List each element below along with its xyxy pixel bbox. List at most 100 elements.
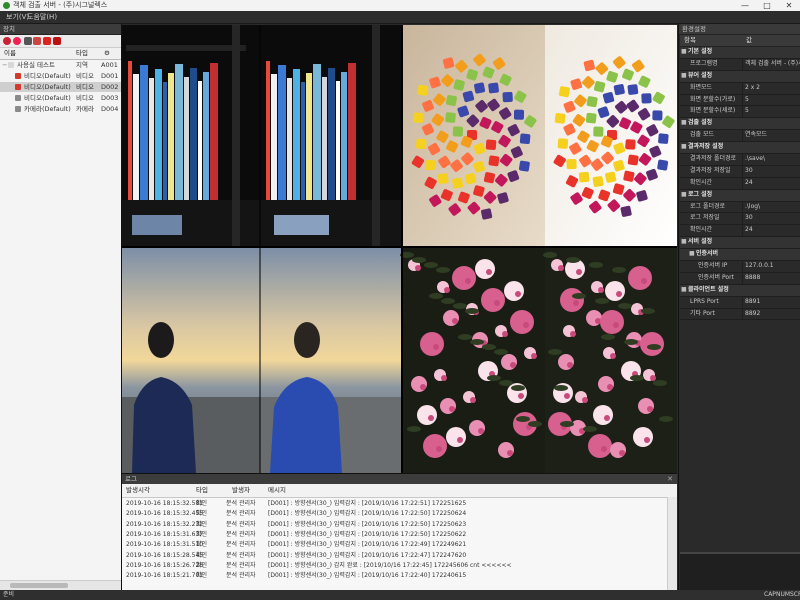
property-row[interactable]: 기타 Port 8892 <box>680 308 800 321</box>
property-row[interactable]: 화면 분할수(세로) 5 <box>680 106 800 119</box>
property-value[interactable]: 8891 <box>745 297 800 308</box>
camera-add-icon[interactable] <box>33 37 41 45</box>
property-value[interactable]: 8888 <box>745 273 800 284</box>
property-category[interactable]: ■ 기본 설정 <box>680 47 800 59</box>
property-row[interactable]: 인증서버 Port 8888 <box>680 272 800 285</box>
property-category[interactable]: ■ 검출 설정 <box>680 118 800 131</box>
collapse-icon[interactable]: ■ <box>681 118 687 129</box>
property-category[interactable]: ■ 결과저장 설정 <box>680 142 800 155</box>
property-row[interactable]: LPRS Port 8891 <box>680 296 800 309</box>
property-category[interactable]: ■ 클라이언트 설정 <box>680 284 800 297</box>
log-row[interactable]: 2019-10-16 18:15:32.455 확인 분석 관리자 [D001] : … <box>122 509 677 519</box>
property-value[interactable]: 24 <box>745 225 800 236</box>
minimize-button[interactable]: — <box>734 0 756 11</box>
log-scrollbar[interactable] <box>667 497 677 591</box>
property-value[interactable]: 5 <box>745 95 800 106</box>
property-row[interactable]: 결과저장 폴더경로 .\save\ <box>680 154 800 166</box>
device-name: 카메라(Default) <box>24 105 71 113</box>
property-value[interactable]: .\log\ <box>745 202 800 213</box>
property-value[interactable]: 객체 검출 서버 - (주)시... <box>745 59 800 70</box>
property-value[interactable]: 127.0.0.1 <box>745 261 800 272</box>
property-row[interactable]: 로그 폴더경로 .\log\ <box>680 201 800 214</box>
device-tree-item[interactable]: − 사용실 테스트 지역 A001 <box>0 60 121 70</box>
property-value[interactable]: 24 <box>745 178 800 189</box>
collapse-icon[interactable]: ■ <box>681 190 687 201</box>
property-value[interactable]: 30 <box>745 213 800 224</box>
log-row[interactable]: 2019-10-16 18:15:32.581 확인 분석 관리자 [D001] : … <box>122 499 677 509</box>
device-name: 비디오(Default) <box>24 72 71 80</box>
video-cell-3[interactable] <box>402 25 545 247</box>
record-icon[interactable] <box>43 37 51 45</box>
collapse-icon[interactable]: ■ <box>681 47 687 58</box>
video-cell-5[interactable] <box>122 247 260 473</box>
device-remove-icon[interactable] <box>13 37 21 45</box>
log-row[interactable]: 2019-10-16 18:15:21.701 확인 분석 관리자 [D001] : … <box>122 571 677 581</box>
property-row[interactable]: 확인시간 24 <box>680 177 800 190</box>
property-value[interactable]: 5 <box>745 106 800 117</box>
column-type[interactable]: 타입 <box>196 484 208 497</box>
video-cell-1[interactable] <box>122 25 260 247</box>
property-row[interactable]: 검출 모드 연속모드 <box>680 130 800 143</box>
property-category[interactable]: ■ 서버 설정 <box>680 237 800 250</box>
property-value[interactable]: .\save\ <box>745 154 800 165</box>
column-type[interactable]: 타입 <box>76 48 88 59</box>
property-row[interactable]: 인증서버 IP 127.0.0.1 <box>680 261 800 273</box>
property-row[interactable]: 프로그램명객체 검출 서버 - (주)시... <box>680 58 800 71</box>
collapse-icon[interactable]: ■ <box>681 285 687 296</box>
maximize-button[interactable]: □ <box>756 0 778 11</box>
property-value[interactable]: 연속모드 <box>745 130 800 141</box>
property-row[interactable]: 화면 분할수(가로) 5 <box>680 94 800 107</box>
gear-icon[interactable]: ⚙ <box>104 48 110 59</box>
property-row[interactable]: 결과저장 저장일 30 <box>680 165 800 178</box>
scrollbar-thumb[interactable] <box>10 583 68 588</box>
log-actor: 분석 관리자 <box>226 561 256 569</box>
log-time: 2019-10-16 18:15:32.581 <box>126 500 204 507</box>
property-category[interactable]: ■ 로그 설정 <box>680 189 800 202</box>
property-row[interactable]: 화면모드 2 x 2 <box>680 82 800 95</box>
candy-piece <box>416 138 427 150</box>
stop-icon[interactable] <box>53 37 61 45</box>
column-item[interactable]: 항목 <box>684 35 696 46</box>
property-category[interactable]: ■ 인증서버 <box>680 249 800 262</box>
collapse-icon[interactable]: ■ <box>689 249 695 260</box>
collapse-icon[interactable]: ■ <box>681 71 687 82</box>
flower-blossom <box>411 376 427 392</box>
property-value[interactable]: 30 <box>745 166 800 177</box>
property-value[interactable]: 8892 <box>745 309 800 320</box>
book-spine <box>293 69 300 200</box>
book-spine <box>287 78 292 200</box>
log-row[interactable]: 2019-10-16 18:15:31.637 확인 분석 관리자 [D001] : … <box>122 530 677 540</box>
camera-icon[interactable] <box>24 37 32 45</box>
device-add-icon[interactable] <box>3 37 11 45</box>
device-tree-item[interactable]: 비디오(Default) 비디오 D001 <box>0 71 121 81</box>
device-tree-item[interactable]: 비디오(Default) 비디오 D003 <box>0 93 121 103</box>
property-category[interactable]: ■ 뷰어 설정 <box>680 70 800 83</box>
close-button[interactable]: ✕ <box>778 0 800 11</box>
log-row[interactable]: 2019-10-16 18:15:31.510 확인 분석 관리자 [D001] : … <box>122 540 677 550</box>
video-cell-2[interactable] <box>260 25 402 247</box>
property-row[interactable]: 로그 저장일 30 <box>680 213 800 226</box>
column-value[interactable]: 값 <box>746 35 752 46</box>
expand-icon[interactable]: − <box>2 60 7 70</box>
property-row[interactable]: 확인시간 24 <box>680 225 800 238</box>
column-actor[interactable]: 발생자 <box>232 484 250 497</box>
log-close-icon[interactable]: ✕ <box>667 474 673 484</box>
device-tree-item[interactable]: 카메라(Default) 카메라 D004 <box>0 104 121 114</box>
log-row[interactable]: 2019-10-16 18:15:26.728 확인 분석 관리자 [D001] : … <box>122 561 677 571</box>
collapse-icon[interactable]: ■ <box>681 142 687 153</box>
collapse-icon[interactable]: ■ <box>681 237 687 248</box>
column-name[interactable]: 이름 <box>4 48 16 59</box>
video-cell-4[interactable] <box>545 25 677 247</box>
video-cell-8[interactable] <box>543 247 677 473</box>
video-cell-7[interactable] <box>400 247 545 473</box>
video-cell-6[interactable] <box>260 247 402 473</box>
device-tree-item[interactable]: 비디오(Default) 비디오 D002 <box>0 82 121 92</box>
property-value[interactable]: 2 x 2 <box>745 83 800 94</box>
menu-view[interactable]: 보기(V) <box>6 11 29 23</box>
menu-help[interactable]: 도움말(H) <box>27 11 57 23</box>
log-row[interactable]: 2019-10-16 18:15:28.545 확인 분석 관리자 [D001] : … <box>122 551 677 561</box>
column-message[interactable]: 메시지 <box>268 484 286 497</box>
log-row[interactable]: 2019-10-16 18:15:32.232 확인 분석 관리자 [D001] : … <box>122 520 677 530</box>
horizontal-scrollbar[interactable] <box>0 580 121 590</box>
column-time[interactable]: 발생시각 <box>126 484 150 497</box>
